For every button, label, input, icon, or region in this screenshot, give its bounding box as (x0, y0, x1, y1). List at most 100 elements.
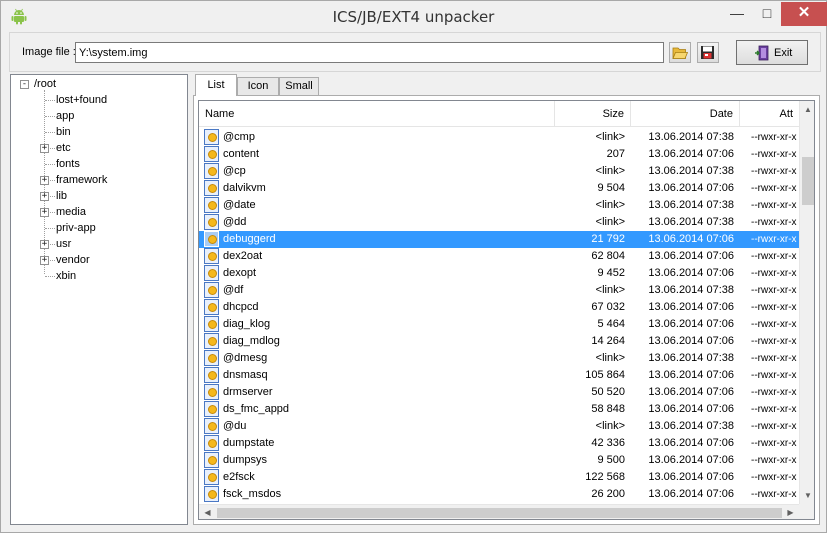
file-date: 13.06.2014 07:06 (648, 301, 734, 313)
file-name: @cp (223, 165, 246, 177)
file-name: content (223, 148, 260, 160)
expand-icon[interactable]: + (40, 240, 49, 249)
executable-file-icon (204, 418, 219, 434)
file-row[interactable]: @du <link> 13.06.2014 07:38 --rwxr-xr-x (199, 418, 799, 435)
maximize-button[interactable]: □ (753, 2, 781, 26)
expand-icon[interactable]: + (40, 192, 49, 201)
file-attributes: --rwxr-xr-x (751, 336, 797, 347)
file-row[interactable]: diag_mdlog 14 264 13.06.2014 07:06 --rwxr-x… (199, 333, 799, 350)
executable-file-icon (204, 214, 219, 230)
tree-connector-line (45, 116, 55, 117)
file-view-panel: List Icon Small Name Size Date Att @cmp <… (193, 74, 820, 525)
tab-list[interactable]: List (195, 74, 237, 96)
column-header-date[interactable]: Date (631, 101, 740, 127)
file-row[interactable]: ds_fmc_appd 58 848 13.06.2014 07:06 --rwxr-… (199, 401, 799, 418)
file-attributes: --rwxr-xr-x (751, 166, 797, 177)
file-attributes: --rwxr-xr-x (751, 421, 797, 432)
window-title: ICS/JB/EXT4 unpacker (332, 8, 495, 26)
tree-item-label: bin (56, 126, 71, 138)
expand-icon[interactable]: + (40, 144, 49, 153)
file-attributes: --rwxr-xr-x (751, 183, 797, 194)
file-attributes: --rwxr-xr-x (751, 404, 797, 415)
scroll-left-arrow-icon[interactable]: ◀ (199, 505, 216, 519)
file-date: 13.06.2014 07:38 (648, 165, 734, 177)
file-row[interactable]: @dd <link> 13.06.2014 07:38 --rwxr-xr-x (199, 214, 799, 231)
executable-file-icon (204, 316, 219, 332)
horizontal-scroll-thumb[interactable] (217, 508, 782, 518)
file-name: dex2oat (223, 250, 263, 262)
horizontal-scrollbar[interactable]: ◀ ▶ (199, 504, 799, 519)
tab-icon[interactable]: Icon (237, 77, 279, 96)
tree-item-label: vendor (56, 254, 90, 266)
vertical-scroll-thumb[interactable] (802, 157, 814, 205)
executable-file-icon (204, 435, 219, 451)
close-button[interactable]: ✕ (781, 2, 827, 26)
file-size: 207 (606, 148, 625, 160)
minimize-button[interactable]: — (723, 2, 751, 26)
column-header-name[interactable]: Name (199, 101, 555, 127)
file-date: 13.06.2014 07:06 (648, 318, 734, 330)
file-row[interactable]: @date <link> 13.06.2014 07:38 --rwxr-xr-x (199, 197, 799, 214)
file-name: @du (223, 420, 247, 432)
file-size: 62 804 (591, 250, 625, 262)
executable-file-icon (204, 231, 219, 247)
file-row[interactable]: dexopt 9 452 13.06.2014 07:06 --rwxr-xr-x (199, 265, 799, 282)
tree-item-label: usr (56, 238, 72, 250)
file-row[interactable]: dumpstate 42 336 13.06.2014 07:06 --rwxr-xr… (199, 435, 799, 452)
file-row[interactable]: dumpsys 9 500 13.06.2014 07:06 --rwxr-xr-x (199, 452, 799, 469)
folder-tree[interactable]: -/root lost+found app bin + etc fonts + framewor… (10, 74, 188, 525)
file-row[interactable]: drmserver 50 520 13.06.2014 07:06 --rwxr-xr… (199, 384, 799, 401)
file-name: dhcpcd (223, 301, 259, 313)
file-row[interactable]: dhcpcd 67 032 13.06.2014 07:06 --rwxr-xr-x (199, 299, 799, 316)
file-name: dumpstate (223, 437, 275, 449)
file-row[interactable]: @cp <link> 13.06.2014 07:38 --rwxr-xr-x (199, 163, 799, 180)
expand-icon[interactable]: + (40, 256, 49, 265)
file-row[interactable]: content 207 13.06.2014 07:06 --rwxr-xr-x (199, 146, 799, 163)
file-name: @df (223, 284, 244, 296)
scroll-up-arrow-icon[interactable]: ▲ (800, 101, 814, 118)
file-row[interactable]: @cmp <link> 13.06.2014 07:38 --rwxr-xr-x (199, 129, 799, 146)
file-size: 9 504 (597, 182, 625, 194)
file-list[interactable]: Name Size Date Att @cmp <link> 13.06.2014 … (198, 100, 815, 520)
file-attributes: --rwxr-xr-x (751, 251, 797, 262)
file-row[interactable]: @dmesg <link> 13.06.2014 07:38 --rwxr-xr-x (199, 350, 799, 367)
file-size: 105 864 (585, 369, 625, 381)
vertical-scrollbar[interactable]: ▲ ▼ (799, 101, 814, 504)
tree-item-label: media (56, 206, 86, 218)
file-name: dalvikvm (223, 182, 266, 194)
executable-file-icon (204, 282, 219, 298)
tree-connector-line (45, 164, 55, 165)
tree-connector-line (45, 132, 55, 133)
tab-small[interactable]: Small (279, 77, 319, 96)
open-image-button[interactable] (669, 42, 691, 63)
exit-button[interactable]: Exit (736, 40, 808, 65)
file-row[interactable]: @df <link> 13.06.2014 07:38 --rwxr-xr-x (199, 282, 799, 299)
file-date: 13.06.2014 07:06 (648, 403, 734, 415)
file-row[interactable]: debuggerd 21 792 13.06.2014 07:06 --rwxr-xr… (199, 231, 799, 248)
column-header-size[interactable]: Size (555, 101, 631, 127)
file-name: ds_fmc_appd (223, 403, 290, 415)
collapse-icon[interactable]: - (20, 80, 29, 89)
file-date: 13.06.2014 07:38 (648, 352, 734, 364)
file-row[interactable]: fsck_msdos 26 200 13.06.2014 07:06 --rwxr-x… (199, 486, 799, 503)
scroll-right-arrow-icon[interactable]: ▶ (782, 505, 799, 519)
file-row[interactable]: diag_klog 5 464 13.06.2014 07:06 --rwxr-xr-… (199, 316, 799, 333)
expand-icon[interactable]: + (40, 176, 49, 185)
file-date: 13.06.2014 07:38 (648, 216, 734, 228)
title-bar[interactable]: ICS/JB/EXT4 unpacker — □ ✕ (1, 1, 827, 31)
file-row[interactable]: dex2oat 62 804 13.06.2014 07:06 --rwxr-xr-x (199, 248, 799, 265)
file-size: 9 452 (597, 267, 625, 279)
file-size: <link> (595, 199, 625, 211)
file-date: 13.06.2014 07:06 (648, 267, 734, 279)
save-image-button[interactable] (697, 42, 719, 63)
column-header-attributes[interactable]: Att (740, 101, 799, 127)
file-name: drmserver (223, 386, 273, 398)
file-row[interactable]: e2fsck 122 568 13.06.2014 07:06 --rwxr-xr-x (199, 469, 799, 486)
image-file-input[interactable] (75, 42, 664, 63)
file-row[interactable]: dalvikvm 9 504 13.06.2014 07:06 --rwxr-xr-x (199, 180, 799, 197)
scroll-down-arrow-icon[interactable]: ▼ (800, 487, 814, 504)
expand-icon[interactable]: + (40, 208, 49, 217)
file-date: 13.06.2014 07:06 (648, 386, 734, 398)
tree-item-label: framework (56, 174, 108, 186)
file-row[interactable]: dnsmasq 105 864 13.06.2014 07:06 --rwxr-xr-… (199, 367, 799, 384)
